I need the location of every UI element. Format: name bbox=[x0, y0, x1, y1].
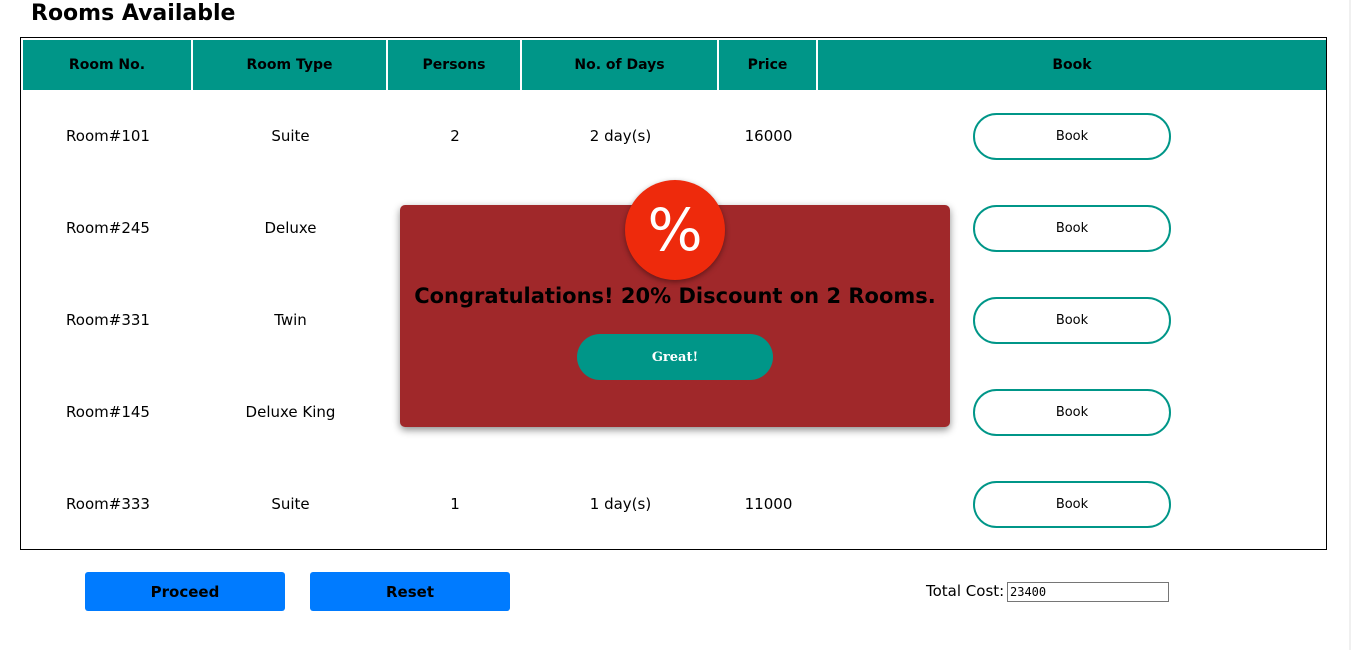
reset-button[interactable]: Reset bbox=[310, 572, 510, 611]
book-button[interactable]: Book bbox=[973, 204, 1171, 252]
room-type: Suite bbox=[271, 495, 310, 513]
book-button[interactable]: Book bbox=[973, 112, 1171, 160]
book-button[interactable]: Book bbox=[973, 296, 1171, 344]
page: Rooms Available Room No. Room Type Perso… bbox=[0, 0, 1351, 650]
total-cost-label: Total Cost: bbox=[926, 582, 1005, 600]
header-days: No. of Days bbox=[522, 40, 719, 90]
great-button[interactable]: Great! bbox=[577, 334, 773, 380]
modal-message: Congratulations! 20% Discount on 2 Rooms… bbox=[414, 284, 936, 308]
room-type: Twin bbox=[274, 311, 307, 329]
header-book: Book bbox=[818, 40, 1326, 90]
page-title: Rooms Available bbox=[31, 1, 236, 26]
header-room-type: Room Type bbox=[193, 40, 388, 90]
persons: 1 bbox=[450, 495, 460, 513]
price: 11000 bbox=[744, 495, 793, 513]
room-no: Room#333 bbox=[66, 495, 150, 513]
days: 1 day(s) bbox=[589, 495, 652, 513]
percent-icon: % bbox=[625, 180, 725, 280]
persons: 2 bbox=[450, 127, 460, 145]
book-cell: Book bbox=[818, 458, 1326, 550]
table-row: Room#333 Suite 1 1 day(s) 11000 Book bbox=[23, 458, 1326, 550]
header-persons: Persons bbox=[388, 40, 522, 90]
total-cost-field[interactable] bbox=[1007, 582, 1169, 602]
table-header: Room No. Room Type Persons No. of Days P… bbox=[23, 40, 1326, 90]
header-room-no: Room No. bbox=[23, 40, 193, 90]
header-price: Price bbox=[719, 40, 818, 90]
room-no: Room#101 bbox=[66, 127, 150, 145]
book-cell: Book bbox=[818, 90, 1326, 182]
room-type: Suite bbox=[271, 127, 310, 145]
room-no: Room#331 bbox=[66, 311, 150, 329]
room-type: Deluxe King bbox=[245, 403, 336, 421]
room-type: Deluxe bbox=[264, 219, 317, 237]
proceed-button[interactable]: Proceed bbox=[85, 572, 285, 611]
days: 2 day(s) bbox=[589, 127, 652, 145]
book-button[interactable]: Book bbox=[973, 388, 1171, 436]
room-no: Room#145 bbox=[66, 403, 150, 421]
room-no: Room#245 bbox=[66, 219, 150, 237]
table-row: Room#101 Suite 2 2 day(s) 16000 Book bbox=[23, 90, 1326, 182]
book-button[interactable]: Book bbox=[973, 480, 1171, 528]
price: 16000 bbox=[744, 127, 793, 145]
